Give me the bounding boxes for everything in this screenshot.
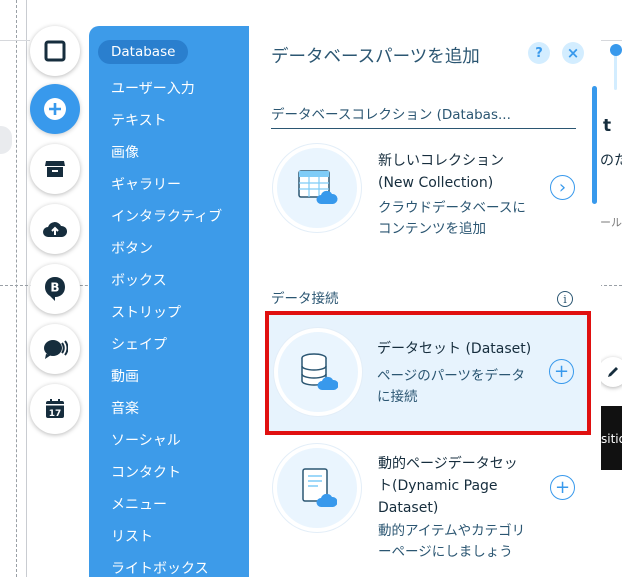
section-data-connection-label: データ接続	[271, 291, 339, 307]
chevron-right-icon: ›	[558, 176, 567, 198]
blog-icon: B	[45, 277, 65, 301]
pen-icon	[608, 367, 618, 377]
canvas-text-sitio: sitio	[601, 432, 622, 446]
category-gallery[interactable]: ギャラリー	[111, 174, 181, 194]
slider-handle[interactable]	[610, 44, 622, 56]
category-music[interactable]: 音楽	[111, 398, 139, 418]
tool-button-chat[interactable]	[30, 324, 80, 374]
panel-title: データベースパーツを追加	[271, 47, 480, 67]
category-image[interactable]: 画像	[111, 142, 139, 162]
category-menu[interactable]: メニュー	[111, 494, 167, 514]
guide-line-vertical	[16, 0, 17, 577]
category-interactive[interactable]: インタラクティブ	[111, 206, 222, 226]
close-button[interactable]: ×	[562, 42, 584, 64]
tool-button-add[interactable]	[30, 84, 80, 134]
category-social[interactable]: ソーシャル	[111, 430, 181, 450]
tool-button-calendar[interactable]: 17	[30, 384, 80, 434]
dynamic-dataset-desc-1: 動的アイテムやカテゴリ	[378, 523, 526, 539]
square-icon	[44, 40, 66, 62]
dynamic-dataset-add-button[interactable]: +	[550, 475, 575, 500]
calendar-icon: 17	[46, 399, 64, 419]
category-text[interactable]: テキスト	[111, 110, 167, 130]
new-collection-desc-1: クラウドデータベースに	[378, 200, 526, 216]
category-panel: Database ユーザー入力 テキスト 画像 ギャラリー インタラクティブ ボ…	[89, 26, 249, 577]
dynamic-dataset-title-3: Dataset)	[378, 500, 439, 516]
dynamic-dataset-title-2: ト(Dynamic Page	[378, 478, 498, 494]
help-icon: ?	[535, 45, 543, 61]
new-collection-title-1: 新しいコレクション	[378, 153, 504, 169]
dynamic-dataset-art	[273, 444, 361, 532]
scrollbar[interactable]	[592, 86, 597, 204]
store-icon	[45, 161, 65, 177]
category-list[interactable]: リスト	[111, 526, 153, 546]
category-database[interactable]: Database	[98, 40, 189, 64]
category-video[interactable]: 動画	[111, 366, 139, 386]
document-cloud-icon	[302, 468, 337, 507]
canvas-divider-right	[601, 40, 622, 41]
svg-text:B: B	[50, 281, 59, 295]
dynamic-dataset-title-1: 動的ページデータセッ	[378, 456, 518, 472]
canvas-divider	[0, 40, 30, 41]
plus-circle-icon: +	[554, 476, 571, 498]
new-collection-arrow-button[interactable]: ›	[550, 175, 575, 200]
dynamic-dataset-desc-2: ーページにしましょう	[378, 544, 513, 560]
category-strip[interactable]: ストリップ	[111, 302, 181, 322]
tool-button-store[interactable]	[30, 144, 80, 194]
item-dynamic-dataset[interactable]: 動的ページデータセッ ト(Dynamic Page Dataset) 動的アイテ…	[263, 440, 589, 577]
category-shape[interactable]: シェイプ	[111, 334, 167, 354]
help-button[interactable]: ?	[528, 42, 550, 64]
table-cloud-icon	[298, 170, 338, 204]
category-contact[interactable]: コンタクト	[111, 462, 181, 482]
section-collections-label: データベースコレクション (Databas...	[271, 107, 511, 123]
category-button[interactable]: ボタン	[111, 238, 153, 258]
new-collection-art	[273, 144, 361, 232]
plus-icon	[44, 98, 66, 120]
cloud-upload-icon	[43, 222, 68, 237]
pen-button[interactable]	[598, 357, 622, 387]
category-user-input[interactable]: ユーザー入力	[111, 78, 195, 98]
canvas-text-t: t	[603, 116, 612, 136]
tool-button-square[interactable]	[30, 26, 80, 76]
canvas-text-tool: ール	[600, 216, 622, 229]
chat-icon	[44, 340, 68, 359]
canvas-element	[0, 126, 12, 154]
category-box[interactable]: ボックス	[111, 270, 167, 290]
new-collection-desc-2: コンテンツを追加	[378, 221, 486, 237]
highlight-frame	[265, 311, 591, 435]
category-lightbox[interactable]: ライトボックス	[111, 558, 209, 577]
tool-button-blog[interactable]: B	[30, 264, 80, 314]
item-new-collection[interactable]: 新しいコレクション (New Collection) クラウドデータベースに コ…	[263, 138, 589, 258]
canvas-dark-strip: sitio	[601, 406, 622, 470]
tool-button-upload[interactable]	[30, 204, 80, 254]
section-divider	[271, 128, 576, 129]
new-collection-title-2: (New Collection)	[378, 175, 494, 191]
info-icon[interactable]: i	[557, 291, 573, 307]
canvas-edge-line	[26, 0, 27, 577]
svg-text:17: 17	[49, 409, 62, 419]
close-icon: ×	[566, 44, 580, 62]
canvas-text-tame: のため	[600, 153, 622, 169]
